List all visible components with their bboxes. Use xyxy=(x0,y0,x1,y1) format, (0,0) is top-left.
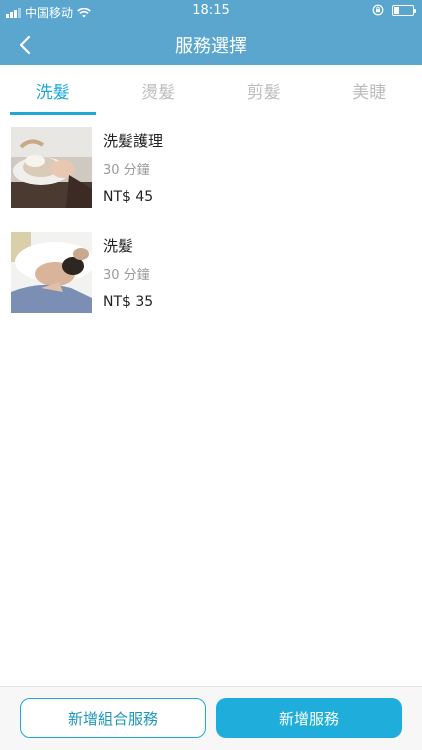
status-right xyxy=(372,4,416,16)
service-duration: 30 分鐘 xyxy=(103,163,150,178)
service-price: NT$ 35 xyxy=(103,294,154,310)
service-name: 洗髮 xyxy=(103,237,134,255)
page-title: 服務選擇 xyxy=(175,36,247,57)
tab-lashes[interactable]: 美睫 xyxy=(317,65,422,115)
service-name: 洗髮護理 xyxy=(103,132,164,150)
service-duration: 30 分鐘 xyxy=(103,268,150,283)
tab-wash[interactable]: 洗髮 xyxy=(0,65,106,115)
bottom-action-bar: 新增組合服務 新增服務 xyxy=(0,686,422,750)
tab-perm[interactable]: 燙髮 xyxy=(106,65,212,115)
battery-icon xyxy=(392,4,416,16)
list-item[interactable]: 洗髮護理 30 分鐘 NT$ 45 xyxy=(0,115,422,220)
service-price: NT$ 45 xyxy=(103,189,154,205)
service-photo xyxy=(11,232,92,313)
status-bar: 中国移动 18:15 xyxy=(0,0,422,24)
rotation-lock-icon xyxy=(372,4,384,16)
battery-fill xyxy=(394,6,400,14)
list-item[interactable]: 洗髮 30 分鐘 NT$ 35 xyxy=(0,220,422,325)
status-time: 18:15 xyxy=(192,3,230,18)
add-service-button[interactable]: 新增服務 xyxy=(216,698,402,738)
category-tabs: 洗髮 燙髮 剪髮 美睫 xyxy=(0,65,422,115)
top-bar: 中国移动 18:15 服務選擇 xyxy=(0,0,422,65)
service-list: 洗髮護理 30 分鐘 NT$ 45 洗髮 30 分鐘 NT$ 35 xyxy=(0,115,422,325)
service-photo xyxy=(11,127,92,208)
navigation-bar: 服務選擇 xyxy=(0,24,422,65)
add-combo-service-button[interactable]: 新增組合服務 xyxy=(20,698,206,738)
tab-cut[interactable]: 剪髮 xyxy=(211,65,317,115)
